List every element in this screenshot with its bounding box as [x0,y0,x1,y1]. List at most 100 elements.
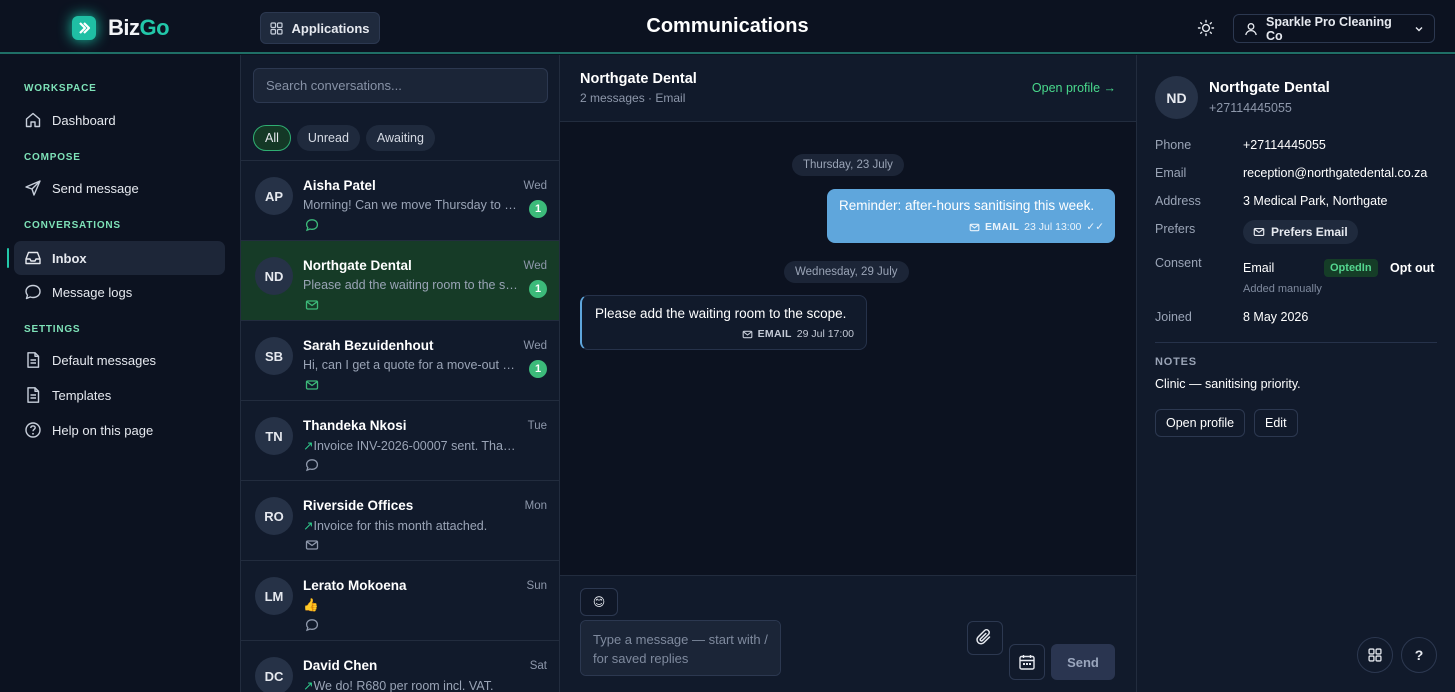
sidebar-item-templates[interactable]: Templates [14,378,225,412]
sidebar-section-workspace: WORKSPACE [24,83,97,94]
message-channel: EMAIL [757,328,792,340]
consent-status-badge: OptedIn [1324,259,1378,277]
email-icon [742,329,753,340]
chat-bubble-icon [24,283,42,301]
contact-panel: ND Northgate Dental +27114445055 Phone +… [1136,55,1455,692]
avatar: TN [255,417,293,455]
conversation-item[interactable]: ND Northgate Dental Wed Please add the w… [241,240,559,320]
read-receipt-icon: ✓✓ [1086,221,1104,233]
email-icon [305,378,319,392]
sidebar-item-label: Help on this page [52,422,154,438]
preferred-channel-badge: Prefers Email [1243,220,1358,244]
sidebar-item-label: Send message [52,180,139,196]
address-value: 3 Medical Park, Northgate [1243,194,1388,208]
brand-name: BizGo [108,15,170,40]
sidebar-item-label: Message logs [52,284,133,300]
filter-all[interactable]: All [253,125,291,151]
conversation-item[interactable]: AP Aisha Patel Wed Morning! Can we move … [241,160,559,240]
avatar: SB [255,337,293,375]
sidebar-item-message-logs[interactable]: Message logs [14,275,225,309]
open-profile-button[interactable]: Open profile [1155,409,1246,437]
unread-badge: 1 [529,360,547,378]
message-preview: Please add the waiting room to the scope… [303,278,521,292]
message-meta: EMAIL 29 Jul 17:00 [742,328,854,340]
opt-out-button[interactable]: Opt out [1390,261,1434,275]
thread-title: Northgate Dental [580,71,697,87]
filter-awaiting[interactable]: Awaiting [365,125,435,151]
avatar: LM [255,577,293,615]
sidebar-item-label: Default messages [52,352,157,368]
message-time: 23 Jul 13:00 [1024,221,1082,233]
message-composer: 😊 Send [560,575,1136,692]
sms-icon [305,618,319,632]
sidebar-section-conversations: CONVERSATIONS [24,220,121,231]
message-preview: ↗Invoice for this month attached. [303,519,488,533]
conversation-item[interactable]: RO Riverside Offices Mon ↗Invoice for th… [241,480,559,560]
applications-label: Applications [291,20,370,36]
message-preview: ↗We do! R680 per room incl. VAT. [303,679,494,692]
conversation-day: Wed [523,180,547,192]
prefers-label: Prefers [1155,222,1196,236]
filter-chips: All Unread Awaiting [253,125,435,151]
contact-name: Aisha Patel [303,178,376,193]
apps-grid-icon[interactable] [1357,637,1393,673]
message-input[interactable] [580,620,781,676]
contact-name: Lerato Mokoena [303,578,407,593]
divider [1155,342,1437,343]
attachment-paperclip-icon[interactable] [967,621,1003,655]
avatar: RO [255,497,293,535]
avatar: AP [255,177,293,215]
message-thread: Northgate Dental 2 messages · Email Open… [560,55,1136,692]
phone-label: Phone [1155,138,1192,152]
contact-name: Sarah Bezuidenhout [303,338,434,353]
contact-name: Northgate Dental [303,258,412,273]
message-text: Reminder: after-hours sanitising this we… [839,198,1095,213]
sidebar-item-default-messages[interactable]: Default messages [14,343,225,377]
conversation-item[interactable]: TN Thandeka Nkosi Tue ↗Invoice INV-2026-… [241,400,559,480]
message-preview: ↗Invoice INV-2026-00007 sent. Thanks for… [303,439,521,453]
message-time: 29 Jul 17:00 [796,328,854,340]
emoji-button[interactable]: 😊 [580,588,618,616]
help-button[interactable]: ? [1401,637,1437,673]
filter-unread[interactable]: Unread [296,125,360,151]
conversation-item[interactable]: DC David Chen Sat ↗We do! R680 per room … [241,640,559,692]
conversation-day: Mon [524,500,547,512]
conversation-list: All Unread Awaiting AP Aisha Patel Wed M… [240,55,560,692]
message-preview: Hi, can I get a quote for a move-out cle… [303,358,521,372]
sms-icon [305,458,319,472]
document-icon [24,351,42,369]
conversation-item[interactable]: SB Sarah Bezuidenhout Wed Hi, can I get … [241,320,559,400]
joined-label: Joined [1155,310,1192,324]
calendar-icon[interactable] [1009,644,1045,680]
conversation-day: Wed [523,260,547,272]
contact-name: Northgate Dental [1209,79,1330,96]
conversation-item[interactable]: LM Lerato Mokoena Sun 👍 [241,560,559,640]
conversation-day: Sun [526,580,547,592]
applications-button[interactable]: Applications [260,12,380,44]
sidebar-item-label: Dashboard [52,112,116,128]
send-button[interactable]: Send [1051,644,1115,680]
contact-name: Riverside Offices [303,498,414,513]
email-value: reception@northgatedental.co.za [1243,166,1428,180]
brand-logo[interactable]: BizGo [72,15,170,41]
search-input[interactable] [253,68,548,103]
thread-subtitle: 2 messages · Email [580,91,686,105]
contact-name: David Chen [303,658,378,673]
avatar: DC [255,657,293,692]
account-menu-button[interactable]: Sparkle Pro Cleaning Co [1233,14,1435,43]
sidebar-item-help[interactable]: Help on this page [14,413,225,447]
send-icon [24,179,42,197]
date-separator: Wednesday, 29 July [784,261,909,283]
sidebar-item-inbox[interactable]: Inbox [7,241,225,275]
sidebar-item-send-message[interactable]: Send message [14,171,225,205]
sms-icon [305,218,319,232]
phone-value: +27114445055 [1243,138,1326,152]
open-profile-link[interactable]: Open profile → [1032,81,1116,95]
edit-button[interactable]: Edit [1254,409,1298,437]
sidebar-item-dashboard[interactable]: Dashboard [14,103,225,137]
theme-toggle-sun-icon[interactable] [1195,17,1217,39]
inbox-icon [24,249,42,267]
top-bar: BizGo Applications Communications Sparkl… [0,0,1455,54]
notes-label: NOTES [1155,356,1197,368]
home-icon [24,111,42,129]
